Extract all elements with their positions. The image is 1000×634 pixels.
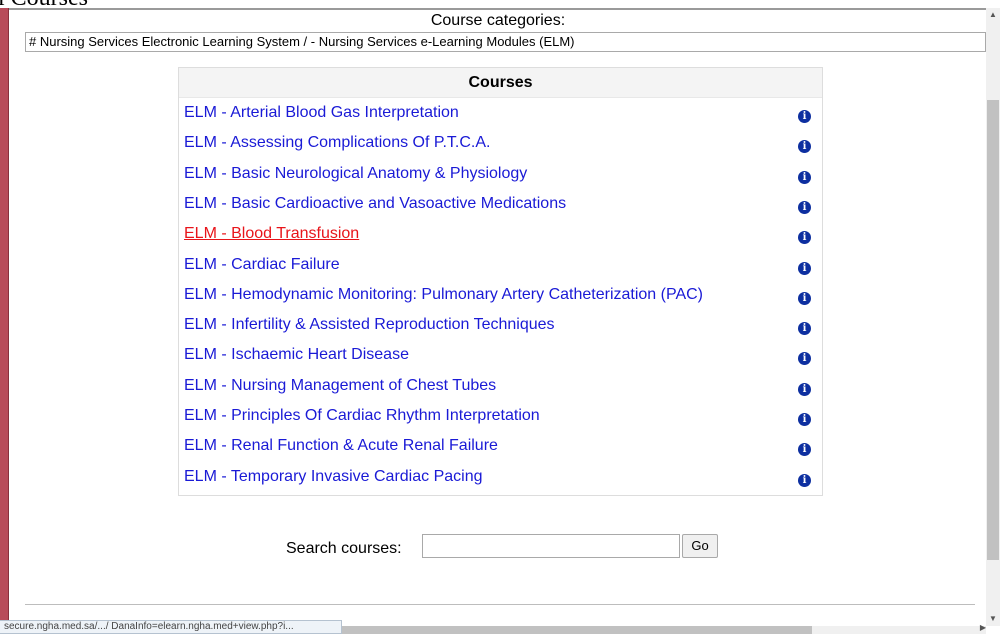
course-link[interactable]: ELM - Ischaemic Heart Disease [184,345,409,365]
search-courses-label: Search courses: [286,540,402,557]
course-link[interactable]: ELM - Arterial Blood Gas Interpretation [184,103,459,123]
course-link[interactable]: ELM - Principles Of Cardiac Rhythm Inter… [184,406,540,426]
course-row: ELM - Infertility & Assisted Reproductio… [179,311,822,341]
course-link[interactable]: ELM - Cardiac Failure [184,255,340,275]
info-icon[interactable]: i [798,200,811,214]
horizontal-scroll-thumb[interactable] [342,626,812,634]
scroll-right-arrow-icon[interactable]: ▶ [980,623,986,632]
info-icon[interactable]: i [798,140,811,154]
go-button[interactable]: Go [682,534,718,558]
course-row: ELM - Nursing Management of Chest Tubes i [179,372,822,402]
info-icon[interactable]: i [798,413,811,426]
info-icon[interactable]: i [798,110,811,123]
info-icon[interactable]: i [798,291,811,305]
scroll-down-arrow-icon[interactable]: ▼ [986,612,1000,626]
courses-header: Courses [179,68,822,98]
vertical-scrollbar[interactable]: ▲ ▼ [986,8,1000,626]
page-heading-text: l Courses [0,0,88,8]
course-row: ELM - Ischaemic Heart Disease i [179,341,822,371]
info-icon[interactable]: i [798,352,811,366]
course-link[interactable]: ELM - Temporary Invasive Cardiac Pacing [184,467,483,487]
divider [25,604,975,605]
main-content: Course categories: # Nursing Services El… [10,10,986,634]
course-categories-select[interactable]: # Nursing Services Electronic Learning S… [25,32,986,52]
course-link[interactable]: ELM - Basic Cardioactive and Vasoactive … [184,194,566,214]
course-row: ELM - Basic Cardioactive and Vasoactive … [179,190,822,220]
course-row: ELM - Hemodynamic Monitoring: Pulmonary … [179,281,822,311]
course-row: ELM - Basic Neurological Anatomy & Physi… [179,160,822,190]
courses-list-box: Courses ELM - Arterial Blood Gas Interpr… [178,67,823,496]
course-row: ELM - Blood Transfusion i [179,220,822,250]
vertical-scroll-thumb[interactable] [987,100,999,560]
course-link[interactable]: ELM - Hemodynamic Monitoring: Pulmonary … [184,285,703,305]
status-bar: secure.ngha.med.sa/.../ DanaInfo=elearn.… [0,620,342,634]
course-row: ELM - Temporary Invasive Cardiac Pacing i [179,463,822,493]
info-icon[interactable]: i [798,261,811,275]
info-icon[interactable]: i [798,443,811,457]
info-icon[interactable]: i [798,382,811,396]
course-row: ELM - Arterial Blood Gas Interpretation i [179,99,822,129]
info-icon[interactable]: i [798,473,811,487]
info-icon[interactable]: i [798,170,811,184]
course-row: ELM - Principles Of Cardiac Rhythm Inter… [179,402,822,432]
course-row: ELM - Assessing Complications Of P.T.C.A… [179,129,822,159]
course-row: ELM - Cardiac Failure i [179,251,822,281]
search-courses-input[interactable] [422,534,680,558]
course-link[interactable]: ELM - Blood Transfusion [184,224,359,244]
info-icon[interactable]: i [798,231,811,245]
course-link[interactable]: ELM - Nursing Management of Chest Tubes [184,376,496,396]
course-link[interactable]: ELM - Renal Function & Acute Renal Failu… [184,436,498,456]
page-heading: l Courses [0,0,140,8]
course-row: ELM - Renal Function & Acute Renal Failu… [179,432,822,462]
info-icon[interactable]: i [798,322,811,336]
course-link[interactable]: ELM - Infertility & Assisted Reproductio… [184,315,555,335]
horizontal-scrollbar[interactable]: ▶ [342,623,986,634]
course-link[interactable]: ELM - Basic Neurological Anatomy & Physi… [184,164,527,184]
course-categories-label: Course categories: [430,12,566,29]
scroll-up-arrow-icon[interactable]: ▲ [986,8,1000,22]
course-link[interactable]: ELM - Assessing Complications Of P.T.C.A… [184,133,490,153]
frame-left-border [0,8,9,634]
